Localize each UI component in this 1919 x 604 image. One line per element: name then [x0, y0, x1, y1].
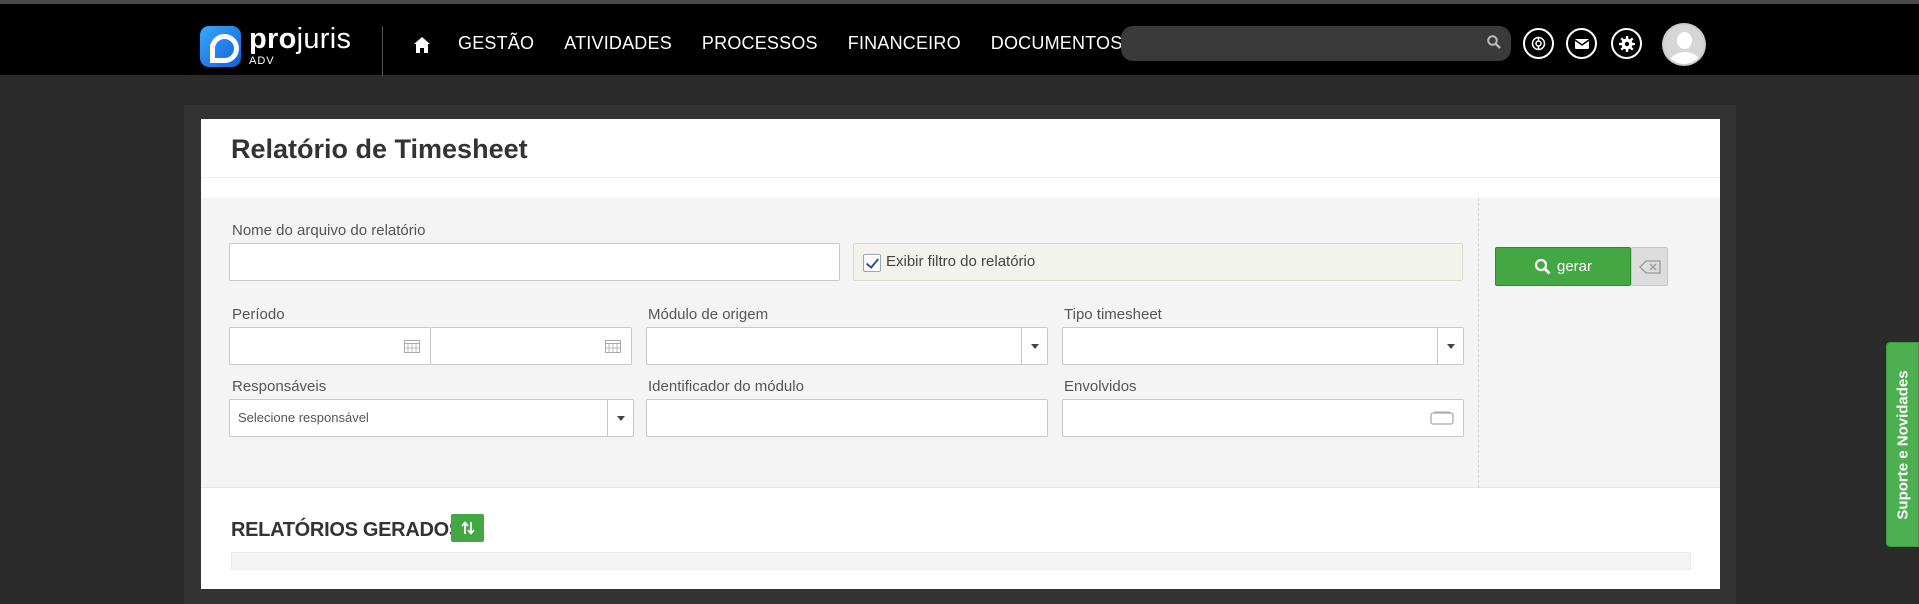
chevron-down-icon[interactable] [1021, 328, 1047, 364]
sort-button[interactable] [451, 514, 484, 542]
generated-reports-table [231, 552, 1691, 570]
generate-button[interactable]: gerar [1495, 247, 1631, 286]
support-news-tab[interactable]: Suporte e Novidades [1886, 342, 1919, 547]
ai-knot-icon [1531, 36, 1546, 51]
show-filter-option[interactable]: Exibir filtro do relatório [853, 243, 1463, 281]
search-icon [1534, 258, 1551, 275]
module-select[interactable] [646, 327, 1048, 365]
chevron-down-icon[interactable] [1437, 328, 1463, 364]
type-select[interactable] [1062, 327, 1464, 365]
logo-name-bold: pro [249, 23, 297, 55]
backspace-icon [1638, 259, 1661, 274]
global-search-input[interactable] [1121, 26, 1511, 61]
support-news-label: Suporte e Novidades [1894, 369, 1911, 520]
file-name-input[interactable] [229, 243, 840, 281]
search-icon[interactable] [1486, 34, 1502, 50]
file-name-label: Nome do arquivo do relatório [232, 222, 426, 239]
settings-button[interactable] [1611, 28, 1642, 59]
projuris-logo-icon [200, 25, 241, 67]
show-filter-checkbox[interactable] [863, 254, 881, 272]
report-filter-form: Nome do arquivo do relatório Exibir filt… [201, 198, 1720, 488]
logo-name-light: juris [296, 23, 352, 55]
nav-item-atividades[interactable]: ATIVIDADES [564, 33, 672, 54]
gear-icon [1618, 35, 1635, 52]
nav-item-processos[interactable]: PROCESSOS [702, 33, 818, 54]
actions-column [1478, 198, 1720, 488]
period-end-input[interactable] [430, 327, 632, 365]
nav-item-financeiro[interactable]: FINANCEIRO [848, 33, 961, 54]
responsible-label: Responsáveis [232, 378, 327, 395]
mail-icon [1574, 38, 1589, 49]
period-start-input[interactable] [229, 327, 431, 365]
module-id-input[interactable] [646, 399, 1048, 437]
clear-filters-button[interactable] [1631, 247, 1668, 286]
nav-divider [382, 26, 383, 76]
main-nav: GESTÃO ATIVIDADES PROCESSOS FINANCEIRO D… [458, 33, 1152, 54]
lookup-icon[interactable] [1430, 411, 1454, 425]
generate-button-label: gerar [1556, 258, 1593, 275]
home-icon[interactable] [412, 35, 432, 55]
report-card: Relatório de Timesheet Nome do arquivo d… [201, 119, 1720, 589]
involved-input[interactable] [1062, 399, 1464, 437]
logo-edition: ADV [249, 55, 275, 67]
generated-reports-title: RELATÓRIOS GERADOS [231, 519, 462, 541]
title-divider [201, 177, 1720, 178]
projuris-logo[interactable]: projuris ADV [200, 24, 351, 68]
sort-arrows-icon [460, 521, 475, 535]
mail-button[interactable] [1566, 28, 1597, 59]
calendar-icon[interactable] [605, 339, 621, 353]
type-label: Tipo timesheet [1064, 306, 1162, 323]
nav-item-gestao[interactable]: GESTÃO [458, 33, 534, 54]
responsible-placeholder: Selecione responsável [238, 410, 369, 425]
period-label: Período [232, 306, 285, 323]
module-id-label: Identificador do módulo [648, 378, 804, 395]
show-filter-label: Exibir filtro do relatório [886, 253, 1036, 270]
calendar-icon[interactable] [404, 339, 420, 353]
user-avatar[interactable] [1662, 23, 1706, 66]
ai-assistant-icon[interactable] [1523, 28, 1554, 59]
module-label: Módulo de origem [648, 306, 769, 323]
page-title: Relatório de Timesheet [231, 134, 528, 164]
top-navbar: projuris ADV GESTÃO ATIVIDADES PROCESSOS… [0, 0, 1919, 76]
chevron-down-icon[interactable] [607, 400, 633, 436]
responsible-select[interactable]: Selecione responsável [229, 399, 634, 437]
involved-label: Envolvidos [1064, 378, 1137, 395]
nav-item-documentos[interactable]: DOCUMENTOS [991, 33, 1123, 54]
